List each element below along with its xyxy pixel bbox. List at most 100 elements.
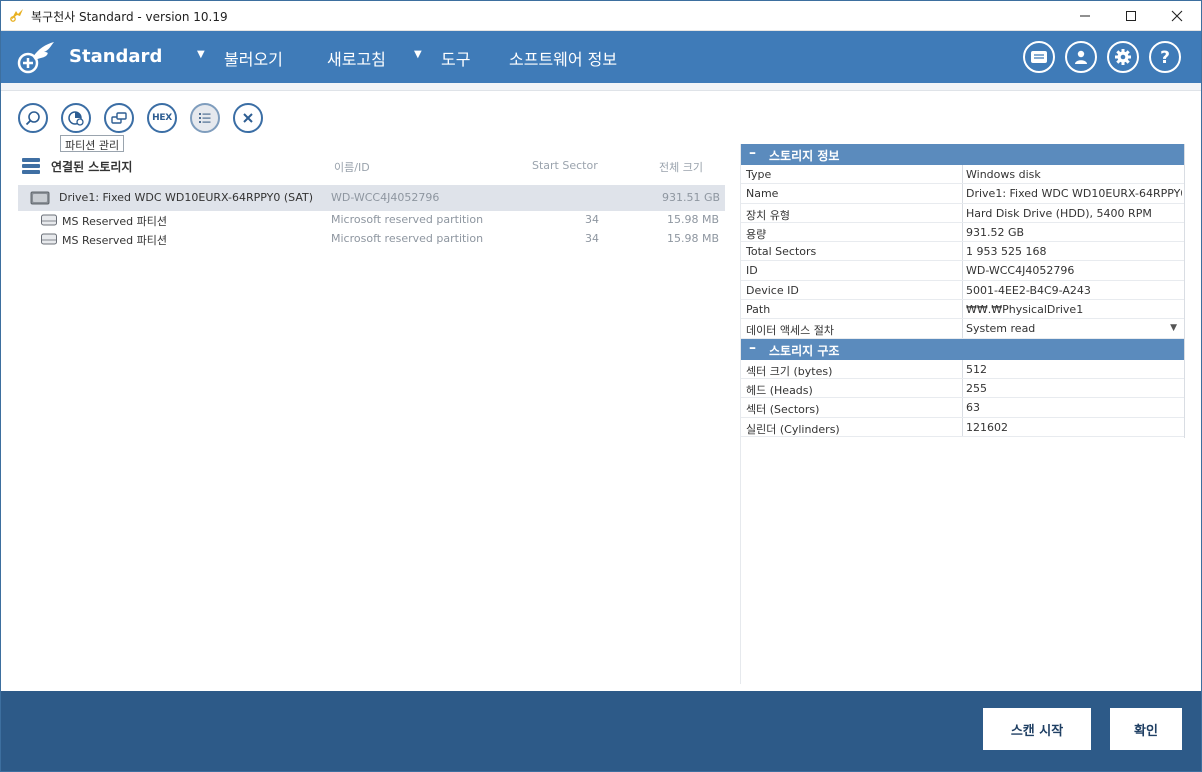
partition-id: Microsoft reserved partition	[331, 232, 484, 245]
partition-start: 34	[585, 213, 599, 226]
maximize-icon	[1126, 10, 1136, 21]
ok-button[interactable]: 확인	[1110, 708, 1182, 750]
menu-refresh[interactable]: 새로고침	[327, 46, 386, 70]
prop-row-type: Type Windows disk	[741, 165, 1185, 185]
drive-copy-icon	[111, 112, 127, 124]
help-button[interactable]: ?	[1149, 41, 1181, 73]
prop-row-cylinders: 실린더 (Cylinders) 121602	[741, 417, 1185, 437]
dropdown-arrow-icon[interactable]: ▼	[1170, 323, 1177, 333]
prop-row-device-type: 장치 유형 Hard Disk Drive (HDD), 5400 RPM	[741, 203, 1185, 223]
prop-key: 장치 유형	[746, 208, 790, 222]
prop-key: Total Sectors	[746, 245, 817, 259]
storage-row-drive1[interactable]: Drive1: Fixed WDC WD10EURX-64RPPY0 (SAT)…	[18, 185, 725, 211]
prop-key: Type	[746, 168, 772, 181]
column-header-start-sector[interactable]: Start Sector	[532, 159, 598, 175]
main-header: Standard ▼ 불러오기 새로고침 ▼ 도구 소프트웨어 정보 ?	[0, 31, 1202, 83]
column-header-total-size[interactable]: 전체 크기	[659, 159, 703, 175]
prop-row-heads: 헤드 (Heads) 255	[741, 378, 1185, 399]
list-view-button[interactable]	[190, 103, 220, 133]
hex-label: HEX	[152, 113, 172, 123]
settings-button[interactable]	[1107, 41, 1139, 73]
prop-key: Name	[746, 187, 779, 201]
prop-value: 121602	[966, 420, 1008, 434]
connected-storage-title: 연결된 스토리지	[51, 160, 133, 174]
close-drive-button[interactable]	[233, 103, 263, 133]
minimize-icon	[1080, 15, 1090, 16]
hex-viewer-button[interactable]: HEX	[147, 103, 177, 133]
column-header-name-id[interactable]: 이름/ID	[334, 159, 370, 175]
title-bar: 복구천사 Standard - version 10.19	[0, 0, 1202, 31]
menu-about[interactable]: 소프트웨어 정보	[509, 46, 617, 70]
prop-key: Device ID	[746, 283, 799, 297]
open-menu-arrow-icon: ▼	[197, 49, 205, 60]
prop-value: Windows disk	[966, 168, 1041, 181]
prop-row-id: ID WD-WCC4J4052796	[741, 261, 1185, 281]
prop-row-capacity: 용량 931.52 GB	[741, 222, 1185, 243]
prop-value: 931.52 GB	[966, 225, 1025, 239]
window-title: 복구천사 Standard - version 10.19	[31, 10, 228, 24]
data-access-select[interactable]: System read	[966, 322, 1182, 335]
storage-stack-icon	[22, 158, 40, 174]
brand-name: Standard	[69, 46, 163, 67]
x-icon	[243, 113, 253, 123]
gear-icon	[1115, 49, 1131, 65]
storage-structure-title: 스토리지 구조	[769, 343, 840, 358]
drive-id: WD-WCC4J4052796	[331, 191, 440, 204]
partition-tooltip: 파티션 관리	[60, 135, 125, 152]
drive-name: Drive1: Fixed WDC WD10EURX-64RPPY0 (SAT)	[59, 191, 314, 204]
prop-key: 데이터 액세스 절차	[746, 324, 834, 338]
close-icon	[1171, 10, 1183, 21]
prop-value: ₩₩.₩PhysicalDrive1	[966, 303, 1084, 317]
footer-bar: 스캔 시작 확인	[0, 691, 1202, 772]
partition-size: 15.98 MB	[667, 213, 720, 226]
minimize-button[interactable]	[1062, 0, 1108, 31]
prop-row-sector-size: 섹터 크기 (bytes) 512	[741, 359, 1185, 379]
angel-wing-logo-icon	[17, 42, 54, 74]
start-scan-button[interactable]: 스캔 시작	[983, 708, 1091, 750]
storage-info-title: 스토리지 정보	[769, 149, 840, 163]
prop-value: 512	[966, 362, 987, 376]
prop-row-sectors: 섹터 (Sectors) 63	[741, 398, 1185, 418]
partition-size: 15.98 MB	[667, 232, 720, 245]
prop-value: 1 953 525 168	[966, 245, 1047, 259]
account-button[interactable]	[1065, 41, 1097, 73]
tools-menu-arrow-icon: ▼	[414, 49, 422, 60]
menu-open[interactable]: 불러오기	[224, 46, 283, 70]
prop-value: Drive1: Fixed WDC WD10EURX-64RPPY0 (S	[966, 187, 1182, 201]
menu-tools[interactable]: 도구	[441, 46, 470, 70]
partition-pie-icon	[68, 111, 84, 126]
prop-key: 섹터 (Sectors)	[746, 403, 820, 417]
prop-value: 63	[966, 401, 980, 415]
storage-row-partition-2[interactable]: MS Reserved 파티션 Microsoft reserved parti…	[18, 230, 725, 249]
storage-info-section-header[interactable]: – 스토리지 정보	[741, 144, 1185, 165]
partition-start: 34	[585, 232, 599, 245]
partition-icon	[41, 214, 57, 226]
collapse-icon: –	[749, 339, 756, 356]
search-button[interactable]	[18, 103, 48, 133]
prop-row-data-access[interactable]: 데이터 액세스 절차 System read ▼	[741, 319, 1185, 339]
list-icon	[199, 113, 211, 123]
message-icon	[1031, 51, 1047, 63]
svg-text:?: ?	[1160, 48, 1170, 66]
partition-manage-button[interactable]	[61, 103, 91, 133]
partition-id: Microsoft reserved partition	[331, 213, 484, 226]
partition-name: MS Reserved 파티션	[62, 215, 168, 228]
prop-value: WD-WCC4J4052796	[966, 264, 1075, 278]
maximize-button[interactable]	[1108, 0, 1154, 31]
storage-row-partition-1[interactable]: MS Reserved 파티션 Microsoft reserved parti…	[18, 211, 725, 230]
prop-key: 섹터 크기 (bytes)	[746, 364, 833, 378]
collapse-icon: –	[749, 145, 756, 161]
partition-name: MS Reserved 파티션	[62, 234, 168, 247]
magnifier-icon	[25, 111, 40, 126]
close-window-button[interactable]	[1154, 0, 1200, 31]
prop-value: 255	[966, 381, 987, 395]
prop-value: 5001-4EE2-B4C9-A243	[966, 283, 1091, 297]
message-button[interactable]	[1023, 41, 1055, 73]
header-divider	[0, 83, 1202, 91]
storage-structure-section-header[interactable]: – 스토리지 구조	[741, 338, 1185, 360]
right-panel-edge	[1184, 144, 1185, 438]
user-icon	[1075, 50, 1087, 64]
app-logo-icon	[10, 9, 23, 22]
disk-image-button[interactable]	[104, 103, 134, 133]
drive-size: 931.51 GB	[662, 191, 721, 204]
